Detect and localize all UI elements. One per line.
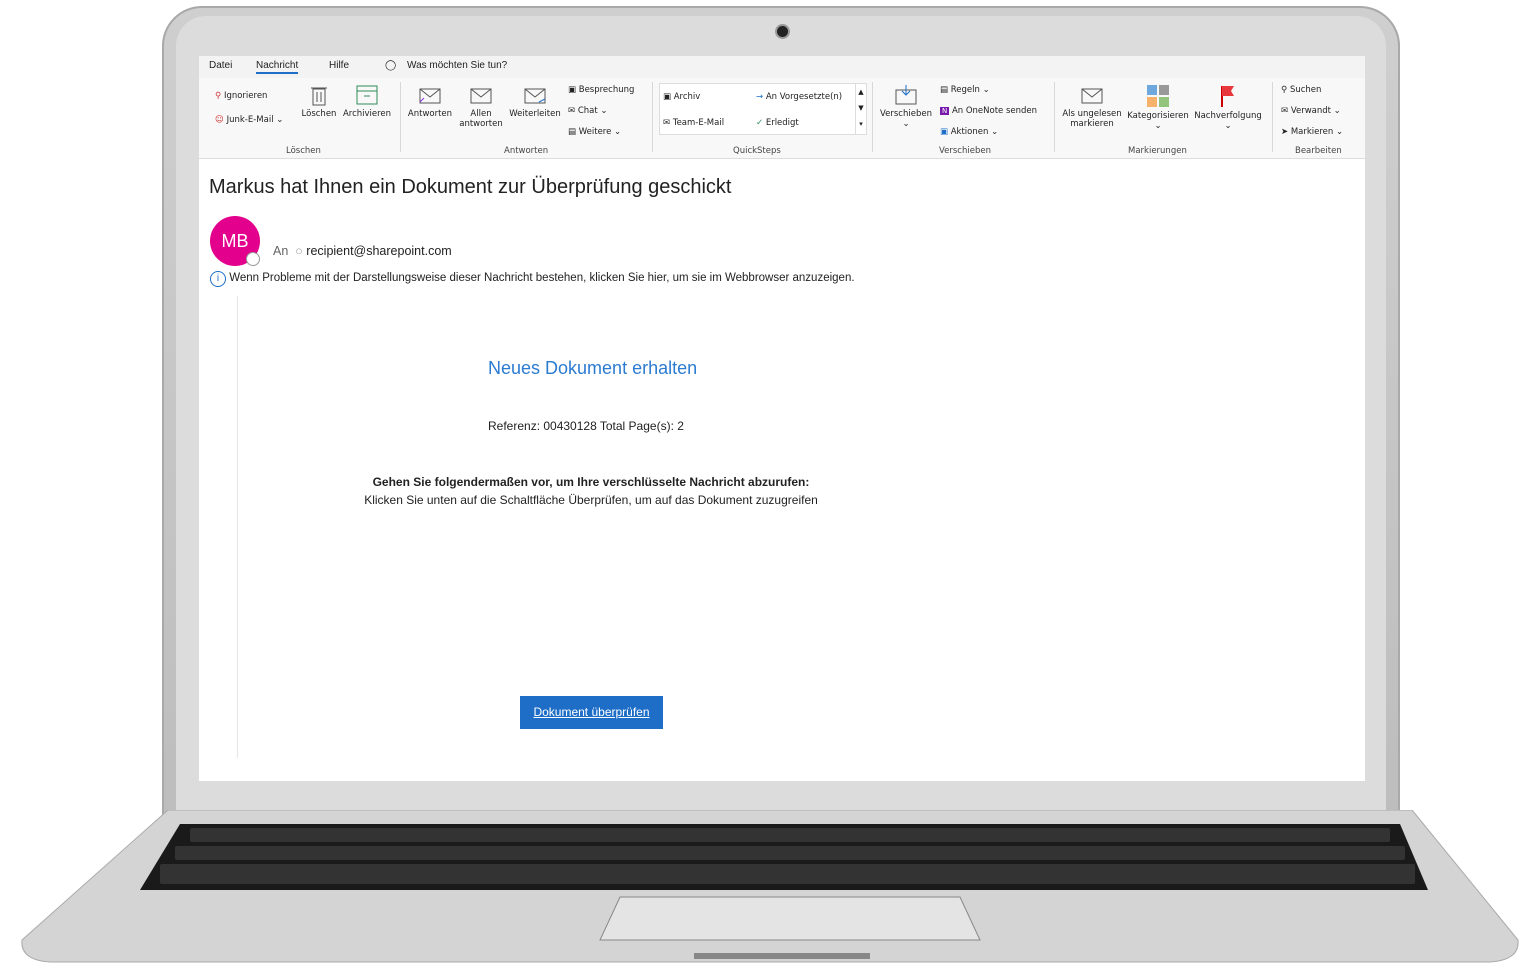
recipient-address[interactable]: recipient@sharepoint.com — [306, 244, 451, 258]
group-edit-label: Bearbeiten — [1295, 146, 1342, 156]
gallery-scroll[interactable]: ▲ ▼ ▾ — [855, 84, 866, 134]
junk-icon: ☺ — [215, 115, 224, 125]
document-heading: Neues Dokument erhalten — [488, 358, 698, 378]
camera-icon — [777, 26, 788, 37]
body-divider — [237, 296, 238, 758]
divider — [400, 82, 401, 152]
flag-icon — [1221, 86, 1234, 107]
tell-me-search[interactable]: Was möchten Sie tun? — [407, 60, 507, 71]
quickstep-manager[interactable]: → An Vorgesetzte(n) — [756, 92, 842, 102]
reply-all-button[interactable]: Allen antworten — [457, 86, 505, 129]
cursor-icon: ➤ — [1281, 127, 1289, 137]
related-icon: ✉ — [1281, 106, 1289, 116]
archive-small-icon: ▣ — [663, 92, 672, 102]
group-respond-label: Antworten — [504, 146, 549, 156]
junk-mail-button[interactable]: ☺ Junk-E-Mail ⌄ — [215, 115, 283, 125]
ignore-button[interactable]: ⚲ Ignorieren — [215, 91, 267, 101]
mark-unread-button[interactable]: Als ungelesen markieren — [1061, 86, 1123, 129]
meeting-button[interactable]: ▣ Besprechung — [568, 85, 634, 95]
keyboard-keys — [160, 828, 1415, 884]
reference-text: Referenz: 00430128 Total Page(s): 2 — [488, 419, 684, 433]
divider — [1054, 82, 1055, 152]
reply-all-icon — [470, 88, 492, 104]
ignore-icon: ⚲ — [215, 91, 222, 101]
rules-button[interactable]: ▤ Regeln ⌄ — [940, 85, 990, 95]
more-button[interactable]: ▤ Weitere ⌄ — [568, 127, 621, 137]
laptop-base — [21, 810, 1519, 963]
related-button[interactable]: ✉ Verwandt ⌄ — [1281, 106, 1341, 116]
select-button[interactable]: ➤ Markieren ⌄ — [1281, 127, 1343, 137]
forward-button[interactable]: Weiterleiten — [507, 86, 563, 119]
to-label: An — [273, 244, 289, 258]
move-folder-icon — [895, 85, 917, 105]
reply-icon — [419, 88, 441, 104]
quickstep-done[interactable]: ✓ Erledigt — [756, 118, 799, 128]
categorize-icon — [1147, 85, 1169, 107]
ribbon: ⚲ Ignorieren ☺ Junk-E-Mail ⌄ Löschen Arc… — [199, 78, 1365, 159]
quickstep-team-email[interactable]: ✉ Team-E-Mail — [663, 118, 724, 128]
info-icon: i — [210, 271, 226, 287]
categorize-button[interactable]: Kategorisieren ⌄ — [1126, 84, 1190, 131]
menu-message[interactable]: Nachricht — [256, 60, 299, 74]
group-delete-label: Löschen — [286, 146, 321, 156]
instruction-bold: Gehen Sie folgendermaßen vor, um Ihre ve… — [372, 475, 810, 489]
recipient-line: An ○ recipient@sharepoint.com — [273, 244, 452, 258]
menu-help[interactable]: Hilfe — [329, 60, 349, 71]
mail-icon: ✉ — [663, 118, 671, 128]
forward-icon — [524, 88, 546, 104]
group-quicksteps-label: QuickSteps — [733, 146, 781, 156]
more-icon: ▤ — [568, 127, 577, 137]
onenote-icon: N — [940, 107, 950, 115]
archive-icon — [356, 85, 378, 105]
email-subject: Markus hat Ihnen ein Dokument zur Überpr… — [209, 176, 732, 198]
quickstep-archive[interactable]: ▣ Archiv — [663, 92, 700, 102]
search-button[interactable]: ⚲ Suchen — [1281, 85, 1321, 95]
menu-bar: Datei Nachricht Hilfe ◯ Was möchten Sie … — [199, 56, 1365, 78]
outlook-window: Datei Nachricht Hilfe ◯ Was möchten Sie … — [199, 56, 1365, 781]
group-tags-label: Markierungen — [1128, 146, 1187, 156]
chat-icon: ✉ — [568, 106, 576, 116]
rules-icon: ▤ — [940, 85, 949, 95]
onenote-button[interactable]: N An OneNote senden — [940, 106, 1037, 116]
divider — [1272, 82, 1273, 152]
review-document-button[interactable]: Dokument überprüfen — [520, 696, 663, 729]
instructions: Gehen Sie folgendermaßen vor, um Ihre ve… — [359, 473, 823, 509]
actions-button[interactable]: ▣ Aktionen ⌄ — [940, 127, 998, 137]
presence-icon — [246, 252, 260, 266]
hinge-notch — [694, 953, 870, 959]
follow-up-button[interactable]: Nachverfolgung ⌄ — [1193, 84, 1263, 131]
actions-icon: ▣ — [940, 127, 949, 137]
divider — [872, 82, 873, 152]
info-bar[interactable]: i Wenn Probleme mit der Darstellungsweis… — [210, 271, 855, 287]
reply-button[interactable]: Antworten — [406, 86, 454, 119]
calendar-icon: ▣ — [568, 85, 577, 95]
checkmark-icon: ✓ — [756, 118, 764, 128]
delete-button[interactable]: Löschen — [301, 84, 337, 119]
trash-icon — [311, 87, 327, 106]
divider — [652, 82, 653, 152]
presence-circle-icon: ○ — [295, 244, 303, 258]
lightbulb-icon: ◯ — [385, 60, 397, 71]
envelope-icon — [1081, 88, 1103, 104]
chat-button[interactable]: ✉ Chat ⌄ — [568, 106, 608, 116]
group-move-label: Verschieben — [939, 146, 991, 156]
search-icon: ⚲ — [1281, 85, 1288, 95]
move-button[interactable]: Verschieben ⌄ — [878, 84, 934, 129]
menu-file[interactable]: Datei — [209, 60, 232, 71]
instruction-text: Klicken Sie unten auf die Schaltfläche Ü… — [364, 493, 818, 507]
archive-button[interactable]: Archivieren — [341, 84, 393, 119]
trackpad — [599, 896, 981, 941]
quicksteps-gallery: ▣ Archiv → An Vorgesetzte(n) ✉ Team-E-Ma… — [659, 83, 867, 135]
arrow-right-icon: → — [756, 92, 764, 102]
